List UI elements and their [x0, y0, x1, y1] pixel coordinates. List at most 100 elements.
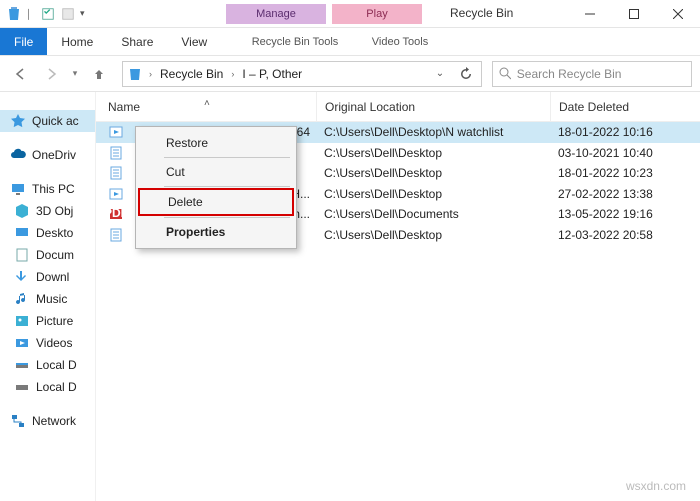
recycle-bin-icon — [127, 66, 143, 82]
address-dropdown-icon[interactable]: ⌄ — [429, 63, 451, 85]
column-header-name[interactable]: Name˄ — [96, 100, 316, 114]
sidebar-item-documents[interactable]: Docum — [0, 244, 95, 266]
properties-icon[interactable] — [40, 6, 56, 22]
file-date-deleted: 12-03-2022 20:58 — [550, 228, 700, 242]
sidebar-item-local-disk[interactable]: Local D — [0, 376, 95, 398]
navigation-pane: Quick ac OneDriv This PC 3D Obj Deskto D… — [0, 92, 96, 501]
doc-file-icon — [108, 145, 124, 161]
sidebar-item-music[interactable]: Music — [0, 288, 95, 310]
picture-icon — [14, 313, 30, 329]
sidebar-item-pictures[interactable]: Picture — [0, 310, 95, 332]
music-icon — [14, 291, 30, 307]
nav-forward-button[interactable] — [38, 61, 64, 87]
cloud-icon — [10, 147, 26, 163]
breadcrumb-root[interactable]: Recycle Bin — [158, 67, 225, 81]
file-date-deleted: 18-01-2022 10:16 — [550, 125, 700, 139]
desktop-icon — [14, 225, 30, 241]
ribbon-tab-home[interactable]: Home — [47, 28, 107, 55]
sidebar-item-label: Network — [32, 414, 76, 428]
context-menu-properties[interactable]: Properties — [138, 220, 294, 244]
video-file-icon — [108, 124, 124, 140]
column-label: Name — [108, 100, 140, 114]
file-date-deleted: 18-01-2022 10:23 — [550, 166, 700, 180]
column-header-date-deleted[interactable]: Date Deleted — [550, 92, 700, 121]
doc-file-icon — [108, 227, 124, 243]
minimize-button[interactable] — [568, 0, 612, 28]
context-menu-restore[interactable]: Restore — [138, 131, 294, 155]
context-menu: Restore Cut Delete Properties — [135, 126, 297, 249]
sidebar-item-desktop[interactable]: Deskto — [0, 222, 95, 244]
sidebar-item-label: Docum — [36, 248, 74, 262]
context-tab-manage[interactable]: Manage — [226, 4, 326, 24]
sidebar-item-label: Deskto — [36, 226, 73, 240]
ribbon-tab-share[interactable]: Share — [107, 28, 167, 55]
sidebar-item-label: Downl — [36, 270, 69, 284]
maximize-button[interactable] — [612, 0, 656, 28]
chevron-right-icon[interactable]: › — [147, 69, 154, 79]
sidebar-item-downloads[interactable]: Downl — [0, 266, 95, 288]
download-icon — [14, 269, 30, 285]
monitor-icon — [10, 181, 26, 197]
nav-up-button[interactable] — [86, 61, 112, 87]
context-menu-cut[interactable]: Cut — [138, 160, 294, 184]
qat-dropdown-icon[interactable]: ▾ — [80, 8, 90, 19]
sidebar-item-this-pc[interactable]: This PC — [0, 178, 95, 200]
file-original-location: C:\Users\Dell\Desktop — [316, 146, 550, 160]
video-icon — [14, 335, 30, 351]
context-menu-separator — [164, 217, 290, 218]
sidebar-item-label: Videos — [36, 336, 72, 350]
pdf-file-icon: PDF — [108, 206, 124, 222]
column-label: Date Deleted — [559, 100, 629, 114]
file-original-location: C:\Users\Dell\Desktop — [316, 228, 550, 242]
star-icon — [10, 113, 26, 129]
refresh-button[interactable] — [455, 63, 477, 85]
doc-file-icon — [108, 165, 124, 181]
address-bar[interactable]: › Recycle Bin › I – P, Other ⌄ — [122, 61, 482, 87]
sidebar-item-videos[interactable]: Videos — [0, 332, 95, 354]
cube-icon — [14, 203, 30, 219]
file-original-location: C:\Users\Dell\Desktop\N watchlist — [316, 125, 550, 139]
close-button[interactable] — [656, 0, 700, 28]
context-menu-separator — [164, 157, 290, 158]
sidebar-item-label: Local D — [36, 380, 77, 394]
search-input[interactable] — [517, 67, 685, 81]
watermark: wsxdn.com — [626, 479, 686, 493]
sidebar-item-network[interactable]: Network — [0, 410, 95, 432]
context-menu-delete[interactable]: Delete — [140, 190, 292, 214]
document-icon — [14, 247, 30, 263]
file-original-location: C:\Users\Dell\Desktop — [316, 187, 550, 201]
breadcrumb-path[interactable]: I – P, Other — [240, 67, 304, 81]
chevron-right-icon[interactable]: › — [229, 69, 236, 79]
sidebar-item-label: OneDriv — [32, 148, 76, 162]
file-date-deleted: 03-10-2021 10:40 — [550, 146, 700, 160]
context-menu-separator — [164, 186, 290, 187]
search-icon — [499, 67, 511, 80]
sidebar-item-label: Music — [36, 292, 67, 306]
ribbon-tab-file[interactable]: File — [0, 28, 47, 55]
search-box[interactable] — [492, 61, 692, 87]
network-icon — [10, 413, 26, 429]
file-date-deleted: 27-02-2022 13:38 — [550, 187, 700, 201]
file-original-location: C:\Users\Dell\Documents — [316, 207, 550, 221]
qat-separator: │ — [26, 9, 36, 19]
column-header-original-location[interactable]: Original Location — [316, 92, 550, 121]
sidebar-item-onedrive[interactable]: OneDriv — [0, 144, 95, 166]
qat-placeholder-icon[interactable] — [60, 6, 76, 22]
ribbon-tab-view[interactable]: View — [167, 28, 221, 55]
drive-icon — [14, 357, 30, 373]
video-file-icon — [108, 186, 124, 202]
ribbon-tab-video-tools[interactable]: Video Tools — [355, 28, 445, 56]
context-tab-play[interactable]: Play — [332, 4, 422, 24]
ribbon-tab-recycle-bin-tools[interactable]: Recycle Bin Tools — [241, 28, 349, 56]
sidebar-item-local-disk[interactable]: Local D — [0, 354, 95, 376]
file-original-location: C:\Users\Dell\Desktop — [316, 166, 550, 180]
column-label: Original Location — [325, 100, 415, 114]
nav-back-button[interactable] — [8, 61, 34, 87]
nav-history-dropdown[interactable]: ▾ — [68, 61, 82, 87]
sidebar-item-3d-objects[interactable]: 3D Obj — [0, 200, 95, 222]
sidebar-item-quick-access[interactable]: Quick ac — [0, 110, 95, 132]
sidebar-item-label: Quick ac — [32, 114, 79, 128]
sidebar-item-label: Picture — [36, 314, 73, 328]
window-title: Recycle Bin — [450, 6, 513, 20]
svg-text:PDF: PDF — [108, 206, 124, 220]
